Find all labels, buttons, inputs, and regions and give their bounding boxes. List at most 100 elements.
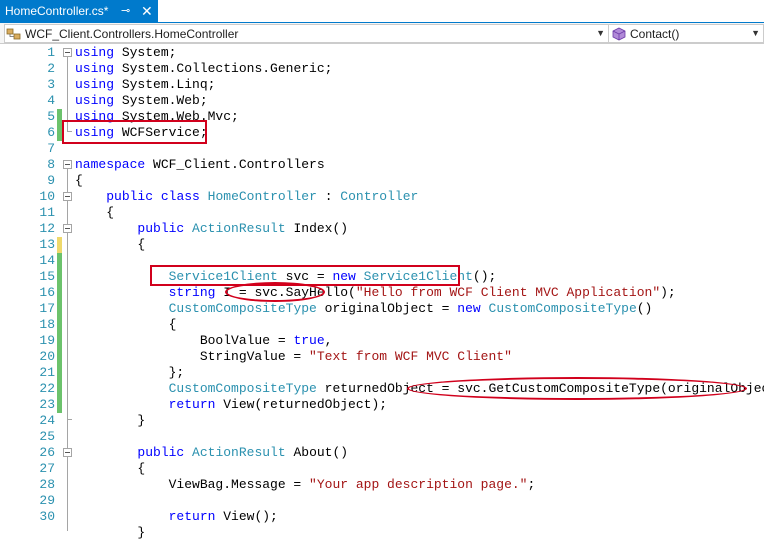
class-dropdown[interactable]: WCF_Client.Controllers.HomeController ▼	[4, 24, 609, 43]
collapse-icon[interactable]	[63, 192, 72, 201]
code-token: "Hello from WCF Client MVC Application"	[355, 285, 661, 300]
code-line[interactable]: CustomCompositeType originalObject = new…	[75, 301, 653, 317]
line-number: 21	[39, 365, 55, 380]
code-token: CustomCompositeType	[168, 381, 317, 396]
code-line[interactable]: BoolValue = true,	[75, 333, 333, 349]
code-token: {	[75, 205, 115, 220]
code-line[interactable]: }	[75, 413, 145, 429]
code-token: CustomCompositeType	[488, 301, 637, 316]
line-number: 12	[39, 221, 55, 236]
line-number: 15	[39, 269, 55, 284]
code-line[interactable]: ViewBag.Message = "Your app description …	[75, 477, 536, 493]
line-number: 27	[39, 461, 55, 476]
navigation-bar: WCF_Client.Controllers.HomeController ▼ …	[0, 23, 764, 44]
code-token: );	[660, 285, 676, 300]
code-line[interactable]: };	[75, 365, 185, 381]
code-token: public	[106, 189, 154, 204]
code-token: View(returnedObject);	[215, 397, 388, 412]
collapse-icon[interactable]	[63, 448, 72, 457]
code-line[interactable]: {	[75, 173, 83, 189]
code-token: ()	[636, 301, 653, 316]
code-line[interactable]: }	[75, 525, 145, 541]
saved-change-marker	[57, 333, 62, 349]
saved-change-marker	[57, 253, 62, 269]
code-line[interactable]: using System.Web;	[75, 93, 208, 109]
code-line[interactable]: {	[75, 317, 177, 333]
line-number: 25	[39, 429, 55, 444]
line-number: 6	[47, 125, 55, 140]
code-token: System.Linq;	[114, 77, 216, 92]
code-line[interactable]: using System.Collections.Generic;	[75, 61, 332, 77]
code-line[interactable]: {	[75, 205, 114, 221]
code-token: namespace	[75, 157, 146, 172]
saved-change-marker	[57, 349, 62, 365]
code-line[interactable]: StringValue = "Text from WCF MVC Client"	[75, 349, 512, 365]
unsaved-change-marker	[57, 237, 62, 253]
code-token: About()	[285, 445, 349, 460]
code-line[interactable]: using System.Linq;	[75, 77, 215, 93]
code-line[interactable]: namespace WCF_Client.Controllers	[75, 157, 325, 173]
code-token: ActionResult	[192, 221, 286, 236]
saved-change-marker	[57, 317, 62, 333]
collapse-icon[interactable]	[63, 224, 72, 233]
code-token: }	[75, 525, 146, 540]
line-number: 28	[39, 477, 55, 492]
code-line[interactable]: {	[75, 461, 145, 477]
close-icon[interactable]: ✕	[141, 0, 153, 22]
line-number: 16	[39, 285, 55, 300]
code-token: :	[316, 189, 341, 204]
code-line[interactable]: public class HomeController : Controller	[75, 189, 418, 205]
line-number: 10	[39, 189, 55, 204]
code-line[interactable]: {	[75, 237, 145, 253]
code-token: WCF_Client.Controllers	[145, 157, 325, 172]
code-token: new	[457, 301, 481, 316]
highlight-svc-box	[150, 265, 460, 286]
collapse-icon[interactable]	[63, 160, 72, 169]
code-line[interactable]: using System;	[75, 45, 176, 61]
collapse-icon[interactable]	[63, 48, 72, 57]
line-number: 26	[39, 445, 55, 460]
method-icon	[612, 27, 626, 40]
document-tab-strip: HomeController.cs* ⊸ ✕	[0, 0, 764, 24]
code-token: ,	[324, 333, 333, 348]
highlight-sayhello-ellipse	[225, 282, 325, 302]
code-line[interactable]: return View();	[75, 509, 278, 525]
code-editor[interactable]: 1 2 3 4 5 6 7 8 9 10 11 12 13 14 15 16 17 18 19 20 21 22 23 24 2…	[0, 44, 764, 540]
tab-title: HomeController.cs*	[5, 4, 109, 18]
code-token: {	[75, 317, 177, 332]
code-token: string	[168, 285, 216, 300]
code-line[interactable]: return View(returnedObject);	[75, 397, 387, 413]
code-token: {	[75, 237, 146, 252]
code-token: "Text from WCF MVC Client"	[309, 349, 512, 364]
member-dropdown[interactable]: Contact() ▼	[608, 24, 764, 43]
code-token: HomeController	[207, 189, 317, 204]
line-number: 11	[39, 205, 55, 220]
line-number: 9	[47, 173, 55, 188]
code-token: using	[75, 93, 115, 108]
saved-change-marker	[57, 269, 62, 285]
code-line[interactable]: string I = svc.SayHello("Hello from WCF …	[75, 285, 676, 301]
code-token: System.Web;	[114, 93, 208, 108]
chevron-down-icon[interactable]: ▼	[596, 25, 605, 42]
code-line[interactable]: public ActionResult Index()	[75, 221, 348, 237]
saved-change-marker	[57, 397, 62, 413]
tab-homecontroller[interactable]: HomeController.cs* ⊸ ✕	[0, 0, 158, 22]
saved-change-marker	[57, 381, 62, 397]
line-number: 19	[39, 333, 55, 348]
line-number: 13	[39, 237, 55, 252]
code-line[interactable]: public ActionResult About()	[75, 445, 348, 461]
chevron-down-icon[interactable]: ▼	[751, 25, 760, 42]
line-number: 29	[39, 493, 55, 508]
pin-icon[interactable]: ⊸	[121, 0, 130, 22]
code-token: CustomCompositeType	[168, 301, 317, 316]
